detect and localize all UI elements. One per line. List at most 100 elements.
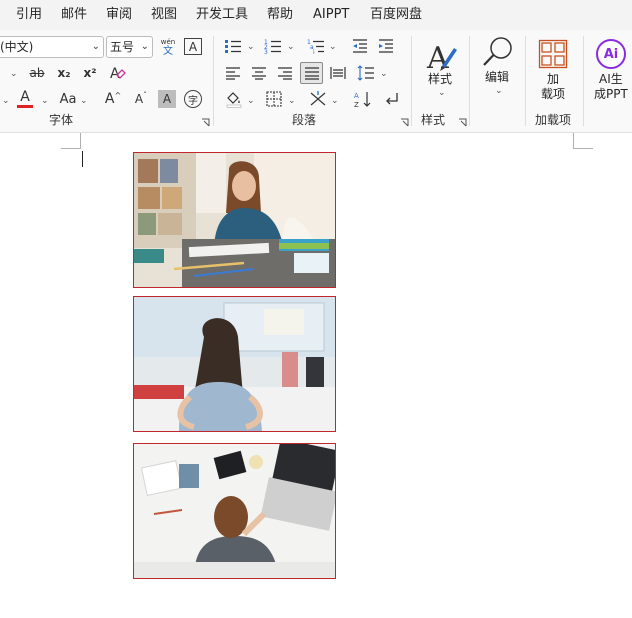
change-case-glyph: Aa (59, 91, 77, 107)
enclose-characters-glyph: 字 (188, 95, 198, 107)
chevron-down-icon[interactable]: ⌄ (2, 96, 10, 106)
chevron-down-icon[interactable]: ⌄ (141, 37, 149, 57)
svg-text:i: i (313, 49, 315, 54)
chevron-down-icon[interactable]: ⌄ (41, 96, 49, 106)
chevron-down-icon[interactable]: ⌄ (287, 42, 295, 52)
align-left-icon (226, 67, 240, 80)
align-right-button[interactable] (274, 63, 296, 83)
margin-corner-mark (61, 133, 81, 149)
grow-font-button[interactable]: A ^ (103, 90, 123, 108)
tab-references[interactable]: 引用 (16, 7, 42, 23)
ai-ppt-label-line1: AI生 (599, 72, 623, 86)
ai-icon: Ai (603, 46, 619, 62)
tab-aippt[interactable]: AIPPT (313, 7, 349, 23)
svg-text:A: A (354, 92, 359, 100)
sort-button[interactable]: A Z (352, 89, 374, 109)
distributed-button[interactable] (327, 63, 349, 83)
editing-button[interactable] (477, 34, 519, 70)
phonetic-guide-bottom: 文 (163, 45, 173, 57)
shading-button[interactable] (224, 89, 244, 109)
increase-indent-icon (379, 39, 393, 53)
boy-at-desk-picture (134, 444, 335, 578)
chevron-down-icon[interactable]: ⌄ (10, 69, 18, 79)
align-left-button[interactable] (222, 63, 244, 83)
justify-icon (304, 67, 319, 80)
character-border-button[interactable]: A (184, 38, 202, 55)
tab-baidu-netdisk[interactable]: 百度网盘 (370, 7, 422, 23)
tab-review[interactable]: 审阅 (106, 7, 132, 23)
justify-button[interactable] (300, 62, 323, 84)
document-page[interactable] (0, 133, 632, 618)
superscript-glyph: x² (83, 66, 97, 80)
clear-formatting-button[interactable]: A (106, 63, 128, 83)
change-case-button[interactable]: Aa (57, 90, 79, 108)
tab-view[interactable]: 视图 (151, 7, 177, 23)
clear-formatting-icon: A (110, 66, 126, 82)
styles-button-label: 样式 (428, 72, 453, 86)
show-paragraph-marks-button[interactable] (381, 89, 403, 109)
font-color-button[interactable]: A (15, 88, 35, 110)
chevron-down-icon[interactable]: ⌄ (495, 86, 503, 96)
strikethrough-glyph: ab (29, 66, 45, 80)
bullet-list-icon (225, 40, 241, 53)
decrease-indent-button[interactable] (350, 37, 370, 55)
word-window: 引用 邮件 审阅 视图 开发工具 帮助 AIPPT 百度网盘 (中文) ⌄ 五号… (0, 0, 632, 618)
dialog-launcher-icon[interactable] (458, 118, 467, 127)
character-shading-button[interactable]: A (158, 90, 176, 108)
font-size-combo[interactable]: 五号 ⌄ (106, 36, 153, 58)
distributed-icon (330, 67, 346, 79)
chevron-down-icon[interactable]: ⌄ (329, 42, 337, 52)
chevron-down-icon[interactable]: ⌄ (80, 96, 88, 106)
subscript-button[interactable]: x₂ (54, 63, 74, 83)
margin-corner-mark (573, 133, 593, 149)
chevron-down-icon[interactable]: ⌄ (247, 42, 255, 52)
phonetic-guide-button[interactable]: wén 文 (158, 36, 178, 58)
tab-help[interactable]: 帮助 (267, 7, 293, 23)
dialog-launcher-icon[interactable] (201, 118, 210, 127)
inline-picture[interactable] (133, 443, 336, 579)
multilevel-list-button[interactable]: 1 a i (305, 37, 327, 55)
enclose-characters-button[interactable]: 字 (184, 90, 202, 108)
paint-bucket-icon (226, 92, 242, 108)
return-arrow-icon (386, 93, 398, 105)
superscript-button[interactable]: x² (80, 63, 100, 83)
addins-button[interactable] (537, 38, 569, 70)
styles-group-label: 样式 (421, 113, 446, 127)
chevron-down-icon[interactable]: ⌄ (92, 37, 100, 57)
ribbon-separator (411, 36, 412, 126)
chevron-down-icon[interactable]: ⌄ (380, 69, 388, 79)
grow-font-glyph: A (104, 91, 115, 107)
align-right-icon (278, 67, 292, 80)
shrink-font-button[interactable]: Aˇ (131, 90, 151, 108)
align-center-icon (252, 67, 266, 80)
caret-up-icon: ^ (114, 90, 122, 100)
addins-label-line1: 加 (547, 72, 560, 86)
align-center-button[interactable] (248, 63, 270, 83)
caret-down-icon: ˇ (143, 90, 148, 100)
borders-button[interactable] (264, 89, 284, 109)
chevron-down-icon[interactable]: ⌄ (288, 96, 296, 106)
font-color-glyph: A (20, 89, 30, 105)
line-spacing-button[interactable] (355, 63, 377, 83)
tab-mailings[interactable]: 邮件 (61, 7, 87, 23)
sort-icon: A Z (354, 92, 371, 108)
chevron-down-icon[interactable]: ⌄ (331, 96, 339, 106)
inline-picture[interactable] (133, 296, 336, 432)
dialog-launcher-icon[interactable] (400, 118, 409, 127)
bullets-button[interactable] (222, 37, 244, 55)
strikethrough-button[interactable]: ab (27, 63, 47, 83)
phonetic-guide-top: wén (160, 37, 176, 46)
font-name-value: (中文) (0, 40, 34, 54)
font-name-combo[interactable]: (中文) ⌄ (0, 36, 104, 58)
asian-layout-button[interactable] (307, 89, 329, 109)
chevron-down-icon[interactable]: ⌄ (247, 96, 255, 106)
character-shading-glyph: A (162, 92, 172, 106)
numbering-button[interactable]: 1 2 3 (262, 37, 284, 55)
ribbon-separator (583, 36, 584, 126)
inline-picture[interactable] (133, 152, 336, 288)
tab-developer[interactable]: 开发工具 (196, 7, 248, 23)
paragraph-group-label: 段落 (292, 113, 317, 127)
chevron-down-icon[interactable]: ⌄ (438, 88, 446, 98)
increase-indent-button[interactable] (376, 37, 396, 55)
ai-ppt-button[interactable]: Ai (596, 39, 626, 69)
